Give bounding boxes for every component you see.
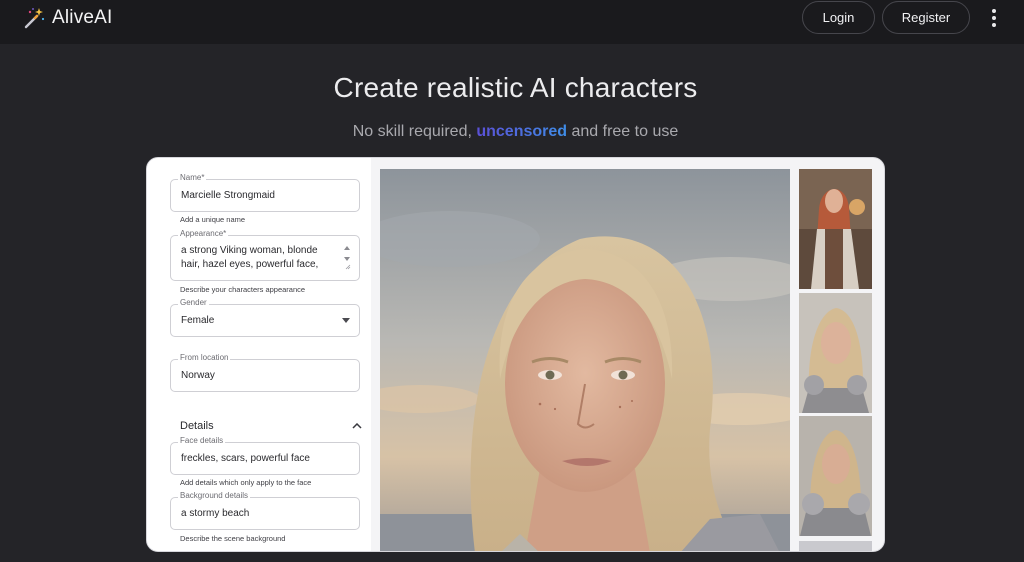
background-details-field[interactable]: Background details a stormy beach (170, 491, 360, 530)
top-navigation-bar: AliveAI Login Register (0, 0, 1024, 44)
name-helper-text: Add a unique name (180, 215, 246, 224)
resize-arrows-icon[interactable] (343, 244, 351, 270)
character-form: Name* Marcielle Strongmaid Add a unique … (147, 158, 371, 551)
kebab-dot (992, 16, 996, 20)
name-field-label: Name* (178, 173, 207, 182)
gallery-thumbnail-3[interactable] (799, 416, 872, 536)
appearance-field-value: a strong Viking woman, blonde hair, haze… (181, 245, 319, 270)
name-field[interactable]: Name* Marcielle Strongmaid (170, 173, 360, 212)
background-helper-text: Describe the scene background (180, 534, 286, 543)
hero-subtitle: No skill required, uncensored and free t… (0, 123, 1024, 141)
kebab-dot (992, 23, 996, 27)
login-button[interactable]: Login (802, 1, 875, 34)
name-field-value: Marcielle Strongmaid (181, 190, 275, 201)
brand-logo[interactable]: AliveAI (22, 6, 113, 30)
location-field-value: Norway (181, 370, 215, 381)
appearance-field[interactable]: Appearance* a strong Viking woman, blond… (170, 229, 360, 281)
hero-subtitle-before: No skill required, (352, 123, 477, 140)
gallery-thumbnail-2[interactable] (799, 293, 872, 413)
character-creator-card: Name* Marcielle Strongmaid Add a unique … (146, 157, 885, 552)
magic-wand-icon (24, 8, 45, 29)
kebab-dot (992, 9, 996, 13)
more-vertical-icon[interactable] (988, 9, 1000, 27)
gallery-thumbnail-1[interactable] (799, 169, 872, 289)
face-details-field[interactable]: Face details freckles, scars, powerful f… (170, 436, 360, 475)
brand-name: AliveAI (52, 7, 113, 28)
dropdown-caret-icon (342, 318, 350, 323)
gender-select-label: Gender (178, 298, 209, 307)
face-details-value: freckles, scars, powerful face (181, 453, 310, 464)
face-details-helper-text: Add details which only apply to the face (180, 478, 312, 487)
location-field[interactable]: From location Norway (170, 353, 360, 392)
hero-subtitle-after: and free to use (567, 123, 679, 140)
register-button[interactable]: Register (882, 1, 970, 34)
details-section-title: Details (180, 420, 214, 432)
background-details-value: a stormy beach (181, 508, 250, 519)
appearance-field-label: Appearance* (178, 229, 229, 238)
generated-portrait-image (380, 169, 790, 551)
chevron-up-icon (352, 423, 362, 429)
gender-select-value: Female (181, 315, 215, 326)
hero-title: Create realistic AI characters (333, 72, 698, 103)
hero-subtitle-accent: uncensored (476, 123, 568, 140)
appearance-helper-text: Describe your characters appearance (180, 285, 306, 294)
location-field-label: From location (178, 353, 231, 362)
details-section-toggle[interactable]: Details (180, 416, 362, 436)
background-details-label: Background details (178, 491, 251, 500)
gallery-thumbnail-4[interactable] (799, 541, 872, 551)
face-details-label: Face details (178, 436, 226, 445)
gender-select[interactable]: Gender Female (170, 298, 360, 337)
